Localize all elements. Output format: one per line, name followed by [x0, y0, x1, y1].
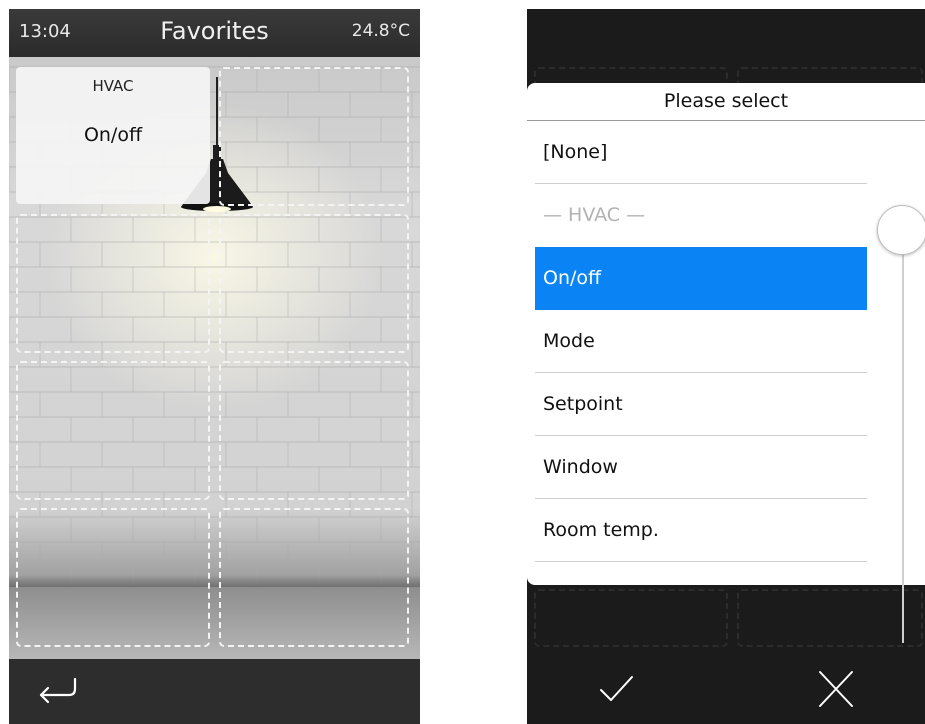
option-item[interactable]: Window — [535, 436, 867, 499]
favorite-tile-hvac[interactable]: HVAC On/off — [16, 67, 210, 204]
return-arrow-icon[interactable] — [29, 671, 89, 711]
dimmed-slot — [737, 589, 923, 647]
option-item[interactable]: [None] — [535, 121, 867, 184]
tile-category-label: HVAC — [92, 77, 134, 95]
scrollbar-thumb[interactable] — [877, 205, 925, 255]
checkmark-icon[interactable] — [593, 669, 639, 709]
status-bar: 13:04 Favorites 24.8°C — [9, 9, 420, 57]
scrollbar-track[interactable] — [902, 213, 904, 643]
option-item[interactable]: Mode — [535, 310, 867, 373]
bottom-bar — [9, 659, 420, 724]
favorite-slot-4-right[interactable] — [219, 508, 409, 647]
favorites-screen: 13:04 Favorites 24.8°C HVAC On/off — [9, 9, 420, 724]
favorite-slot-1-right[interactable] — [219, 67, 409, 206]
option-item[interactable]: On/off — [535, 247, 867, 310]
option-list[interactable]: [None] — HVAC — On/off Mode Setpoint Window Ro… — [535, 121, 867, 585]
tile-function-label: On/off — [83, 124, 143, 146]
option-item[interactable]: Setpoint — [535, 373, 867, 436]
temperature-readout: 24.8°C — [351, 21, 410, 41]
favorite-slot-2-left[interactable] — [16, 214, 210, 353]
dialog-title: Please select — [527, 83, 925, 121]
option-item[interactable]: Room temp. — [535, 499, 867, 562]
select-dialog-screen: Please select [None] — HVAC — On/off Mode Se… — [527, 9, 925, 724]
option-group-header: — HVAC — — [543, 204, 646, 226]
favorite-slot-3-left[interactable] — [16, 361, 210, 500]
favorite-slot-4-left[interactable] — [16, 508, 210, 647]
dimmed-slot — [534, 589, 728, 647]
favorite-slot-3-right[interactable] — [219, 361, 409, 500]
background-wall-image: HVAC On/off — [9, 57, 420, 659]
favorite-slot-2-right[interactable] — [219, 214, 409, 353]
close-icon[interactable] — [813, 669, 859, 709]
select-dialog: Please select [None] — HVAC — On/off Mode Se… — [527, 83, 925, 643]
